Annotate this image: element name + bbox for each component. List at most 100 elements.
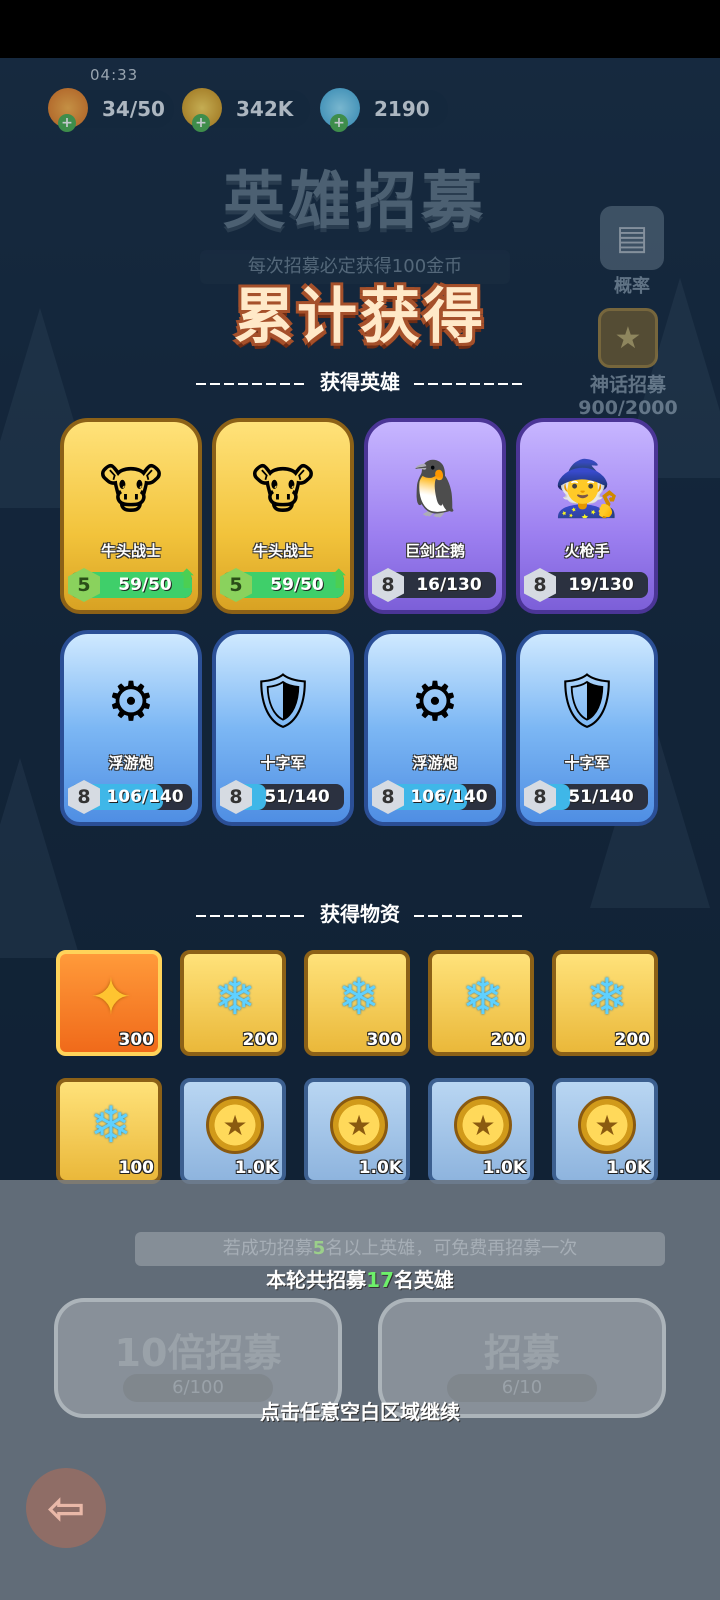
reward-item[interactable]: ❄ 100 <box>56 1078 162 1184</box>
hero-name: 十字军 <box>564 754 610 772</box>
reward-item[interactable]: ✦ 300 <box>56 950 162 1056</box>
reward-item[interactable]: ★ 1.0K <box>304 1078 410 1184</box>
reward-item[interactable]: ❄ 300 <box>304 950 410 1056</box>
item-amount: 300 <box>366 1030 403 1050</box>
gem-value: 2190 <box>374 97 430 121</box>
reward-item[interactable]: ❄ 200 <box>428 950 534 1056</box>
orange-crystal-icon: ✦ <box>80 966 142 1028</box>
hero-name: 火枪手 <box>564 542 610 560</box>
hero-progress-text: 19/130 <box>568 575 634 595</box>
hero-progress-bar: 5 59/50 ⬆ <box>220 566 350 602</box>
knight-icon: 🛡 <box>552 669 622 732</box>
items-header: 获得物资 <box>0 898 720 927</box>
hero-progress-bar: 8 51/140 <box>524 780 648 814</box>
document-icon: ▤ <box>600 206 664 270</box>
continue-hint: 点击任意空白区域继续 <box>260 1400 460 1424</box>
item-amount: 1.0K <box>358 1158 402 1178</box>
hero-name: 牛头战士 <box>100 542 161 560</box>
single-recruit-label: 招募 <box>483 1331 560 1375</box>
reward-item[interactable]: ★ 1.0K <box>428 1078 534 1184</box>
hero-name: 牛头战士 <box>252 542 313 560</box>
hero-progress-bar: 8 51/140 <box>220 780 344 814</box>
gold-resource[interactable]: + 342K <box>182 88 310 132</box>
reward-item[interactable]: ❄ 200 <box>552 950 658 1056</box>
hero-progress-bar: 8 16/130 <box>372 568 496 602</box>
snowflake-glyph: ❄ <box>462 968 504 1026</box>
minotaur-icon: 🐮 <box>99 457 163 521</box>
coin-star-icon: ★ <box>206 1096 264 1154</box>
snowflake-gem-icon: ❄ <box>204 966 266 1028</box>
item-amount: 1.0K <box>234 1158 278 1178</box>
heroes-header-label: 获得英雄 <box>320 370 400 394</box>
hero-card[interactable]: 🛡 十字军 8 51/140 <box>516 630 658 826</box>
myth-progress: 900/2000 <box>578 397 678 419</box>
penguin-icon: 🐧 <box>401 457 469 520</box>
minotaur-icon: 🐮 <box>251 457 315 521</box>
reward-item[interactable]: ★ 1.0K <box>180 1078 286 1184</box>
hero-progress-text: 51/140 <box>568 787 634 807</box>
hero-name: 十字军 <box>260 754 306 772</box>
snowflake-glyph: ❄ <box>586 968 628 1026</box>
items-header-label: 获得物资 <box>320 902 400 926</box>
hero-card[interactable]: ⚙ 浮游炮 8 106/140 <box>60 630 202 826</box>
cumulative-title: 累计获得 <box>234 282 486 352</box>
snowflake-gem-icon: ❄ <box>452 966 514 1028</box>
crystal-glyph: ✦ <box>90 968 132 1026</box>
gold-coin-icon: ★ <box>576 1094 638 1156</box>
hero-name: 巨剑企鹅 <box>404 542 465 560</box>
snowflake-gem-icon: ❄ <box>576 966 638 1028</box>
musketeer-icon: 🧙 <box>553 457 621 520</box>
recruit-title: 英雄招募 <box>222 164 487 237</box>
gold-coin-icon: ★ <box>452 1094 514 1156</box>
hero-card[interactable]: 🧙 火枪手 8 19/130 <box>516 418 658 614</box>
upgrade-arrow-icon: ⬆ <box>328 565 350 595</box>
coin-star-icon: ★ <box>330 1096 388 1154</box>
hero-card[interactable]: ⚙ 浮游炮 8 106/140 <box>364 630 506 826</box>
gem-resource[interactable]: + 2190 <box>320 88 448 132</box>
reward-item[interactable]: ★ 1.0K <box>552 1078 658 1184</box>
hero-card[interactable]: 🛡 十字军 8 51/140 <box>212 630 354 826</box>
item-amount: 200 <box>242 1030 279 1050</box>
knight-icon: 🛡 <box>248 669 318 732</box>
hero-progress-bar: 8 106/140 <box>68 780 192 814</box>
upgrade-arrow-icon: ⬆ <box>176 565 198 595</box>
hero-progress-text: 106/140 <box>106 787 184 807</box>
hero-progress-bar: 8 19/130 <box>524 568 648 602</box>
hero-name: 浮游炮 <box>108 754 154 772</box>
gold-coin-icon: ★ <box>204 1094 266 1156</box>
status-bar <box>0 0 720 58</box>
hero-progress-text: 51/140 <box>264 787 330 807</box>
cannon-icon: ⚙ <box>106 669 156 733</box>
add-icon[interactable]: + <box>58 114 76 132</box>
total-recruited: 本轮共招募17名英雄 <box>266 1268 454 1292</box>
hero-progress-bar: 8 106/140 <box>372 780 496 814</box>
back-arrow-icon[interactable]: ⇦ <box>26 1468 106 1548</box>
reward-item[interactable]: ❄ 200 <box>180 950 286 1056</box>
gold-value: 342K <box>236 97 294 121</box>
free-recruit-tip: 若成功招募5名以上英雄，可免费再招募一次 <box>135 1232 665 1266</box>
snowflake-glyph: ❄ <box>214 968 256 1026</box>
coin-star-icon: ★ <box>578 1096 636 1154</box>
add-icon[interactable]: + <box>192 114 210 132</box>
hero-card[interactable]: 🐧 巨剑企鹅 8 16/130 <box>364 418 506 614</box>
hero-progress-text: 106/140 <box>410 787 488 807</box>
snowflake-glyph: ❄ <box>338 968 380 1026</box>
hero-progress-text: 16/130 <box>416 575 482 595</box>
snowflake-glyph: ❄ <box>90 1096 132 1154</box>
hero-name: 浮游炮 <box>412 754 458 772</box>
heroes-header: 获得英雄 <box>0 366 720 395</box>
item-amount: 300 <box>118 1030 155 1050</box>
item-amount: 200 <box>614 1030 651 1050</box>
hero-card[interactable]: 🐮 牛头战士 5 59/50 ⬆ <box>60 418 202 614</box>
snowflake-gem-icon: ❄ <box>328 966 390 1028</box>
coin-star-icon: ★ <box>454 1096 512 1154</box>
item-amount: 200 <box>490 1030 527 1050</box>
hero-card[interactable]: 🐮 牛头战士 5 59/50 ⬆ <box>212 418 354 614</box>
energy-resource[interactable]: + 34/50 <box>48 88 174 132</box>
energy-value: 34/50 <box>102 97 165 121</box>
gold-coin-icon: ★ <box>328 1094 390 1156</box>
item-amount: 1.0K <box>482 1158 526 1178</box>
hero-progress-bar: 5 59/50 ⬆ <box>68 566 198 602</box>
add-icon[interactable]: + <box>330 114 348 132</box>
item-amount: 100 <box>118 1158 155 1178</box>
